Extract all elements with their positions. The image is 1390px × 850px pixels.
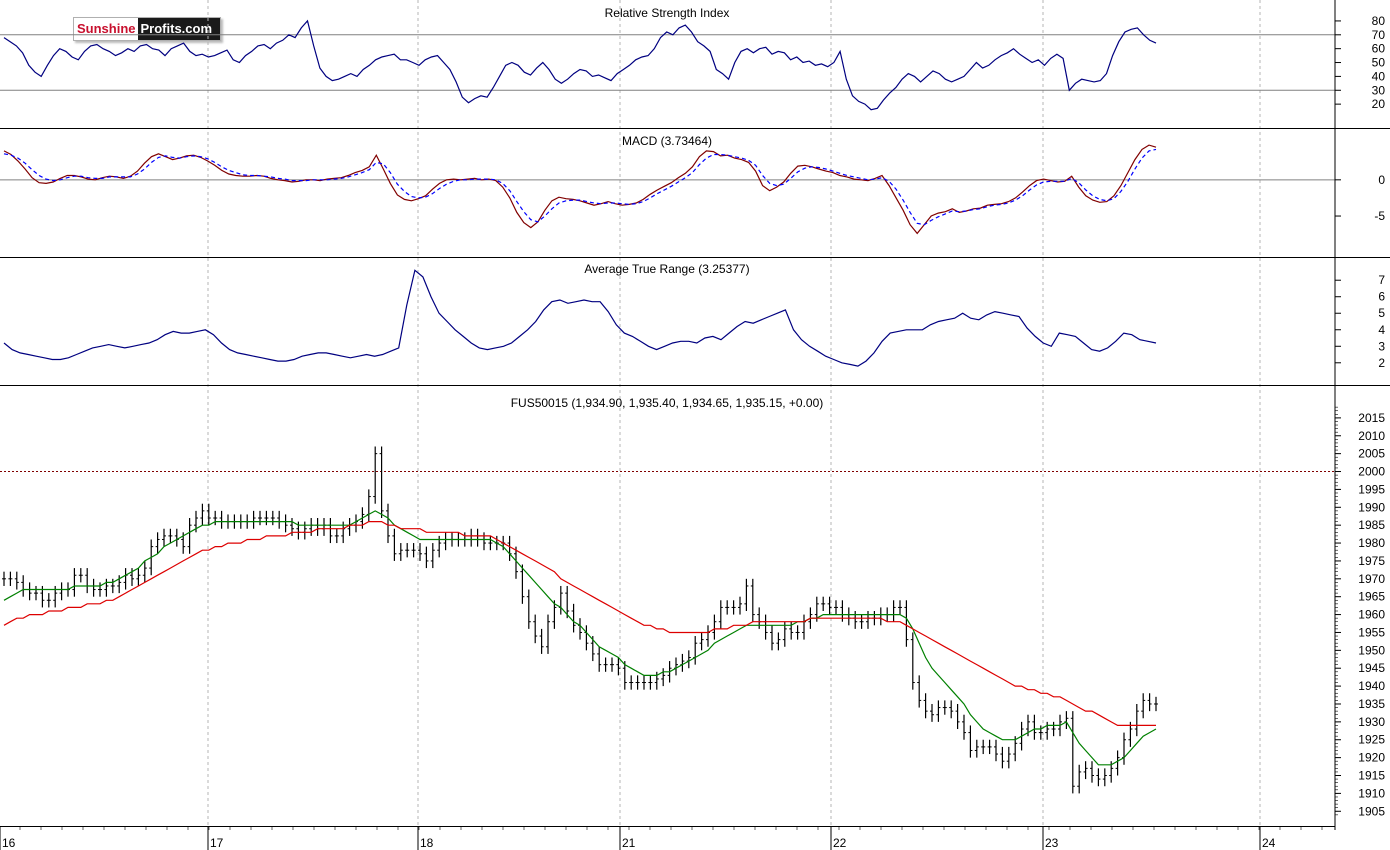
y-tick-label: 1935 — [1358, 697, 1385, 711]
series-line-2-0 — [3, 269, 1157, 367]
y-tick-label: 2005 — [1358, 447, 1385, 461]
y-tick-label: 1985 — [1358, 518, 1385, 532]
panel-title: Relative Strength Index — [605, 6, 730, 20]
y-tick-label: 1970 — [1358, 572, 1385, 586]
y-tick-label: 1915 — [1358, 769, 1385, 783]
x-tick-label: 18 — [420, 836, 434, 850]
y-tick-label: 1925 — [1358, 733, 1385, 747]
series-line-1-1 — [3, 148, 1157, 226]
y-tick-label: 80 — [1372, 14, 1386, 28]
y-tick-label: 2 — [1378, 356, 1385, 370]
panel-title: MACD (3.73464) — [622, 134, 712, 148]
x-tick-label: 17 — [210, 836, 224, 850]
y-tick-label: 1990 — [1358, 500, 1385, 514]
y-tick-label: 1930 — [1358, 715, 1385, 729]
y-tick-label: 1905 — [1358, 804, 1385, 818]
y-tick-label: 70 — [1372, 28, 1386, 42]
y-tick-label: 0 — [1378, 173, 1385, 187]
y-tick-label: 50 — [1372, 56, 1386, 70]
y-tick-label: 4 — [1378, 323, 1385, 337]
y-tick-label: 3 — [1378, 339, 1385, 353]
y-tick-label: 40 — [1372, 69, 1386, 83]
y-tick-label: 20 — [1372, 97, 1386, 111]
y-tick-label: 1955 — [1358, 625, 1385, 639]
y-tick-label: 1995 — [1358, 482, 1385, 496]
stock-chart: Relative Strength Index20304050607080MAC… — [0, 0, 1390, 850]
y-tick-label: 1945 — [1358, 661, 1385, 675]
x-tick-label: 22 — [833, 836, 847, 850]
y-tick-label: 2015 — [1358, 411, 1385, 425]
x-tick-label: 24 — [1262, 836, 1276, 850]
y-tick-label: 1965 — [1358, 590, 1385, 604]
y-tick-label: 1960 — [1358, 608, 1385, 622]
y-tick-label: 1980 — [1358, 536, 1385, 550]
y-tick-label: 1910 — [1358, 786, 1385, 800]
x-tick-label: 16 — [2, 836, 16, 850]
series-line-0-0 — [3, 19, 1157, 111]
y-tick-label: 2000 — [1358, 465, 1385, 479]
series-line-1-0 — [3, 144, 1157, 235]
y-tick-label: 1975 — [1358, 554, 1385, 568]
y-tick-label: 7 — [1378, 273, 1385, 287]
y-tick-label: 5 — [1378, 306, 1385, 320]
panel-title: FUS50015 (1,934.90, 1,935.40, 1,934.65, … — [511, 396, 824, 410]
y-tick-label: 6 — [1378, 290, 1385, 304]
panel-title: Average True Range (3.25377) — [584, 262, 749, 276]
y-tick-label: 60 — [1372, 42, 1386, 56]
y-tick-label: 30 — [1372, 83, 1386, 97]
y-tick-label: 1920 — [1358, 751, 1385, 765]
y-tick-label: 1950 — [1358, 643, 1385, 657]
y-tick-label: 2010 — [1358, 429, 1385, 443]
x-tick-label: 23 — [1045, 836, 1059, 850]
y-tick-label: 1940 — [1358, 679, 1385, 693]
grid-layer — [0, 0, 1335, 826]
y-tick-label: -5 — [1374, 209, 1385, 223]
x-tick-label: 21 — [622, 836, 636, 850]
